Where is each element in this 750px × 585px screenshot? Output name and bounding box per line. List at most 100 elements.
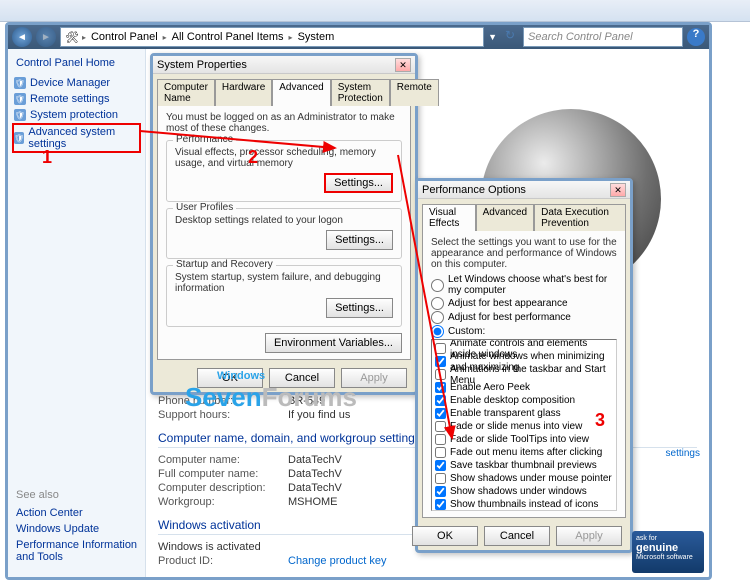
genuine-badge: ask for genuine Microsoft software: [632, 531, 704, 573]
annotation-3: 3: [595, 410, 605, 431]
change-settings-link[interactable]: settings: [666, 448, 700, 459]
sidebar-head[interactable]: Control Panel Home: [12, 57, 141, 69]
checkbox-input[interactable]: [435, 499, 446, 510]
radio-best-performance[interactable]: Adjust for best performance: [431, 311, 617, 324]
see-also-windows-update[interactable]: Windows Update: [16, 521, 144, 537]
visual-effects-list[interactable]: Animate controls and elements inside win…: [431, 339, 617, 511]
checkbox-input[interactable]: [435, 473, 446, 484]
sysprops-titlebar[interactable]: System Properties ✕: [153, 56, 415, 74]
visual-effect-checkbox[interactable]: Show shadows under windows: [434, 485, 614, 498]
nav-fwd-button[interactable]: ►: [36, 27, 56, 47]
see-also-action-center[interactable]: Action Center: [16, 505, 144, 521]
fcn-value: DataTechV: [288, 468, 342, 480]
sr-settings-button[interactable]: Settings...: [326, 298, 393, 318]
crumb-system[interactable]: System: [296, 31, 337, 43]
checkbox-input[interactable]: [435, 369, 446, 380]
cp-icon: 🛠: [65, 31, 79, 44]
env-vars-button[interactable]: Environment Variables...: [265, 333, 402, 353]
visual-effect-checkbox[interactable]: Animations in the taskbar and Start Menu: [434, 368, 614, 381]
tab-hardware[interactable]: Hardware: [215, 79, 272, 106]
tab-remote[interactable]: Remote: [390, 79, 439, 106]
checkbox-label: Fade out menu items after clicking: [450, 447, 602, 458]
checkbox-input[interactable]: [435, 382, 446, 393]
wg-label: Workgroup:: [158, 496, 288, 508]
perfopts-titlebar[interactable]: Performance Options ✕: [418, 181, 630, 199]
radio-let-windows[interactable]: Let Windows choose what's best for my co…: [431, 274, 617, 296]
change-product-key-link[interactable]: Change product key: [288, 555, 386, 567]
startup-recovery-group: Startup and Recovery System startup, sys…: [166, 265, 402, 327]
sevenforums-watermark: Windows SevenForums: [185, 370, 357, 413]
crumb-all[interactable]: All Control Panel Items: [170, 31, 286, 43]
sr-group-title: Startup and Recovery: [173, 259, 276, 270]
checkbox-label: Fade or slide ToolTips into view: [450, 434, 589, 445]
perfopts-title: Performance Options: [422, 184, 610, 196]
annotation-2: 2: [248, 147, 258, 168]
checkbox-label: Show shadows under windows: [450, 486, 587, 497]
sidebar-item-remote[interactable]: 🛡Remote settings: [12, 91, 141, 107]
checkbox-label: Show thumbnails instead of icons: [450, 499, 598, 510]
tab-perf-advanced[interactable]: Advanced: [476, 204, 534, 231]
see-also-perf-info[interactable]: Performance Information and Tools: [16, 537, 144, 565]
visual-effect-checkbox[interactable]: Show thumbnails instead of icons: [434, 498, 614, 511]
tab-system-protection[interactable]: System Protection: [331, 79, 390, 106]
visual-effect-checkbox[interactable]: Fade out menu items after clicking: [434, 446, 614, 459]
sr-desc: System startup, system failure, and debu…: [175, 272, 393, 294]
visual-effect-checkbox[interactable]: Enable transparent glass: [434, 407, 614, 420]
radio-best-appearance[interactable]: Adjust for best appearance: [431, 297, 617, 310]
visual-effect-checkbox[interactable]: Fade or slide ToolTips into view: [434, 433, 614, 446]
tab-advanced[interactable]: Advanced: [272, 79, 330, 106]
shield-icon: 🛡: [14, 109, 26, 121]
perf-group-title: Performance: [173, 134, 236, 145]
sidebar-item-advanced-system[interactable]: 🛡Advanced system settings: [12, 123, 141, 153]
perfopts-tabs: Visual Effects Advanced Data Execution P…: [418, 199, 630, 230]
crumb-cp[interactable]: Control Panel: [89, 31, 160, 43]
sidebar-item-protection[interactable]: 🛡System protection: [12, 107, 141, 123]
explorer-toolbar: ◄ ► 🛠 ▸ Control Panel ▸ All Control Pane…: [8, 25, 709, 49]
performance-options-dialog: Performance Options ✕ Visual Effects Adv…: [415, 178, 633, 553]
perfopts-ok-button[interactable]: OK: [412, 526, 478, 546]
checkbox-input[interactable]: [435, 447, 446, 458]
checkbox-label: Save taskbar thumbnail previews: [450, 460, 597, 471]
browser-tabstrip: [0, 0, 750, 22]
cn-value: DataTechV: [288, 454, 342, 466]
checkbox-input[interactable]: [435, 434, 446, 445]
tab-visual-effects[interactable]: Visual Effects: [422, 204, 476, 231]
radio-custom[interactable]: Custom:: [431, 325, 617, 338]
checkbox-input[interactable]: [435, 486, 446, 497]
checkbox-input[interactable]: [435, 395, 446, 406]
tab-dep[interactable]: Data Execution Prevention: [534, 204, 626, 231]
dropdown-icon[interactable]: ▼: [488, 32, 497, 42]
perf-settings-button[interactable]: Settings...: [324, 173, 393, 193]
annotation-1: 1: [42, 147, 52, 168]
search-input[interactable]: Search Control Panel: [523, 27, 683, 47]
sidebar-item-device-manager[interactable]: 🛡Device Manager: [12, 75, 141, 91]
visual-effect-checkbox[interactable]: Save taskbar thumbnail previews: [434, 459, 614, 472]
wg-value: MSHOME: [288, 496, 338, 508]
cd-value: DataTechV: [288, 482, 342, 494]
up-settings-button[interactable]: Settings...: [326, 230, 393, 250]
perfopts-cancel-button[interactable]: Cancel: [484, 526, 550, 546]
close-icon[interactable]: ✕: [610, 183, 626, 197]
checkbox-label: Show shadows under mouse pointer: [450, 473, 612, 484]
checkbox-input[interactable]: [435, 343, 446, 354]
checkbox-input[interactable]: [435, 421, 446, 432]
refresh-icon[interactable]: ↻: [501, 28, 519, 46]
checkbox-input[interactable]: [435, 408, 446, 419]
nav-back-button[interactable]: ◄: [12, 27, 32, 47]
pid-label: Product ID:: [158, 555, 288, 567]
checkbox-input[interactable]: [435, 460, 446, 471]
perfopts-apply-button[interactable]: Apply: [556, 526, 622, 546]
help-icon[interactable]: ?: [687, 28, 705, 46]
tab-computer-name[interactable]: Computer Name: [157, 79, 215, 106]
shield-icon: 🛡: [14, 93, 26, 105]
checkbox-label: Fade or slide menus into view: [450, 421, 582, 432]
breadcrumb[interactable]: 🛠 ▸ Control Panel ▸ All Control Panel It…: [60, 27, 484, 47]
visual-effect-checkbox[interactable]: Fade or slide menus into view: [434, 420, 614, 433]
checkbox-input[interactable]: [435, 356, 446, 367]
close-icon[interactable]: ✕: [395, 58, 411, 72]
visual-effect-checkbox[interactable]: Show shadows under mouse pointer: [434, 472, 614, 485]
sysprops-tabs: Computer Name Hardware Advanced System P…: [153, 74, 415, 105]
visual-effect-checkbox[interactable]: Enable desktop composition: [434, 394, 614, 407]
activation-value: Windows is activated: [158, 541, 261, 553]
sysprops-title: System Properties: [157, 59, 395, 71]
